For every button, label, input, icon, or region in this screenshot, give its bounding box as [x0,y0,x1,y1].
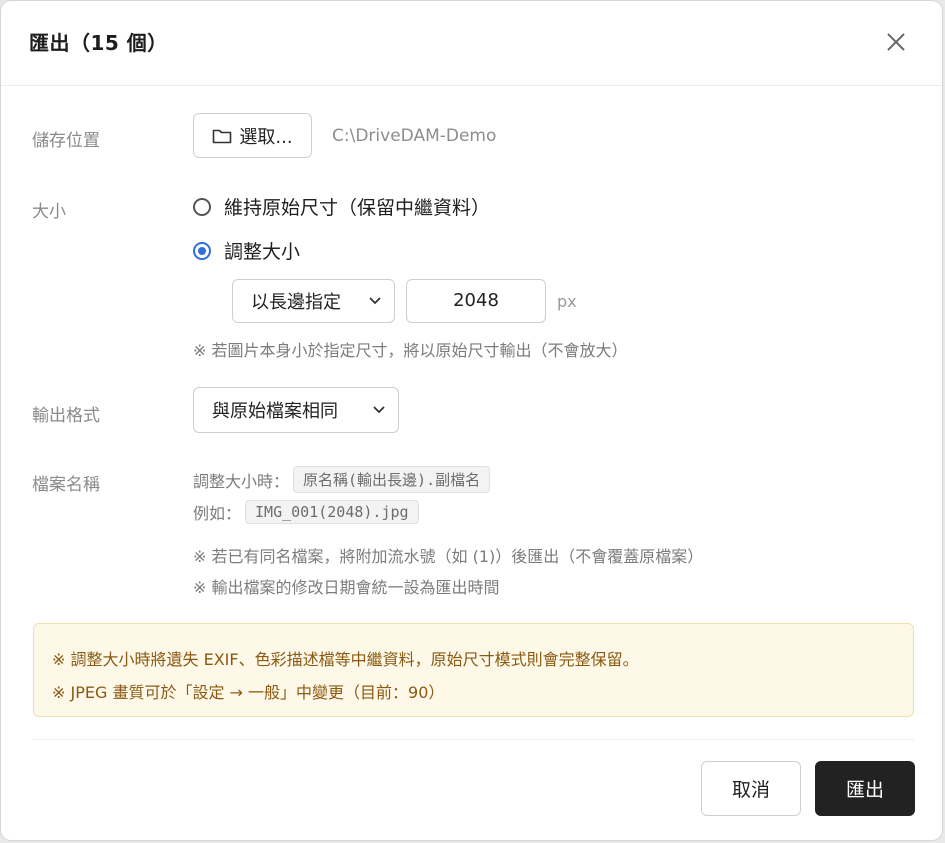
footer-divider [33,739,914,740]
chevron-down-icon [369,297,381,305]
radio-resize[interactable]: 調整大小 [193,237,300,264]
edge-select[interactable]: 以長邊指定 [232,279,395,323]
filename-label: 檔案名稱 [32,475,100,495]
warning-box: ※ 調整大小時將遺失 EXIF、色彩描述檔等中繼資料，原始尺寸模式則會完整保留。… [33,623,914,717]
close-icon [887,33,905,51]
warning-line-jpeg: ※ JPEG 畫質可於「設定 → 一般」中變更（目前：90） [52,683,445,702]
filename-resize-pattern: 原名稱(輸出長邊).副檔名 [293,466,491,493]
size-label: 大小 [32,202,66,222]
filename-example-prefix: 例如： [193,504,242,523]
filename-resize-prefix: 調整大小時： [193,471,290,491]
dialog-title: 匯出（15 個） [29,31,168,55]
export-button[interactable]: 匯出 [815,761,915,816]
radio-resize-label: 調整大小 [224,241,301,263]
choose-folder-label: 選取... [239,126,293,148]
export-dialog: 匯出（15 個） 儲存位置 選取... C:\DriveDAM-Demo 大小 … [1,1,942,840]
radio-keep-original[interactable]: 維持原始尺寸（保留中繼資料） [193,193,490,220]
format-select[interactable]: 與原始檔案相同 [193,387,399,433]
filename-note-date: ※ 輸出檔案的修改日期會統一設為匯出時間 [193,578,500,597]
filename-note-duplicate: ※ 若已有同名檔案，將附加流水號（如 (1)）後匯出（不會覆蓋原檔案） [193,547,704,566]
radio-button-selected[interactable] [193,241,211,260]
warning-line-exif: ※ 調整大小時將遺失 EXIF、色彩描述檔等中繼資料，原始尺寸模式則會完整保留。 [52,650,639,669]
filename-example-row: 例如： IMG_001(2048).jpg [193,500,419,524]
format-label: 輸出格式 [32,406,100,426]
chevron-down-icon [373,406,385,414]
size-input[interactable]: 2048 [406,279,546,323]
location-label: 儲存位置 [32,131,100,151]
radio-keep-original-label: 維持原始尺寸（保留中繼資料） [224,197,491,219]
cancel-button[interactable]: 取消 [701,761,801,816]
radio-button[interactable] [193,197,211,216]
choose-folder-button[interactable]: 選取... [193,113,312,158]
folder-icon [213,129,232,143]
size-unit: px [557,292,577,311]
size-note: ※ 若圖片本身小於指定尺寸，將以原始尺寸輸出（不會放大） [193,341,628,360]
dialog-header: 匯出（15 個） [1,1,942,86]
save-path: C:\DriveDAM-Demo [332,126,497,146]
edge-select-value: 以長邊指定 [251,292,341,313]
filename-resize-row: 調整大小時： 原名稱(輸出長邊).副檔名 [193,466,491,493]
filename-example: IMG_001(2048).jpg [245,500,419,524]
close-button[interactable] [881,27,911,57]
format-select-value: 與原始檔案相同 [212,401,338,422]
